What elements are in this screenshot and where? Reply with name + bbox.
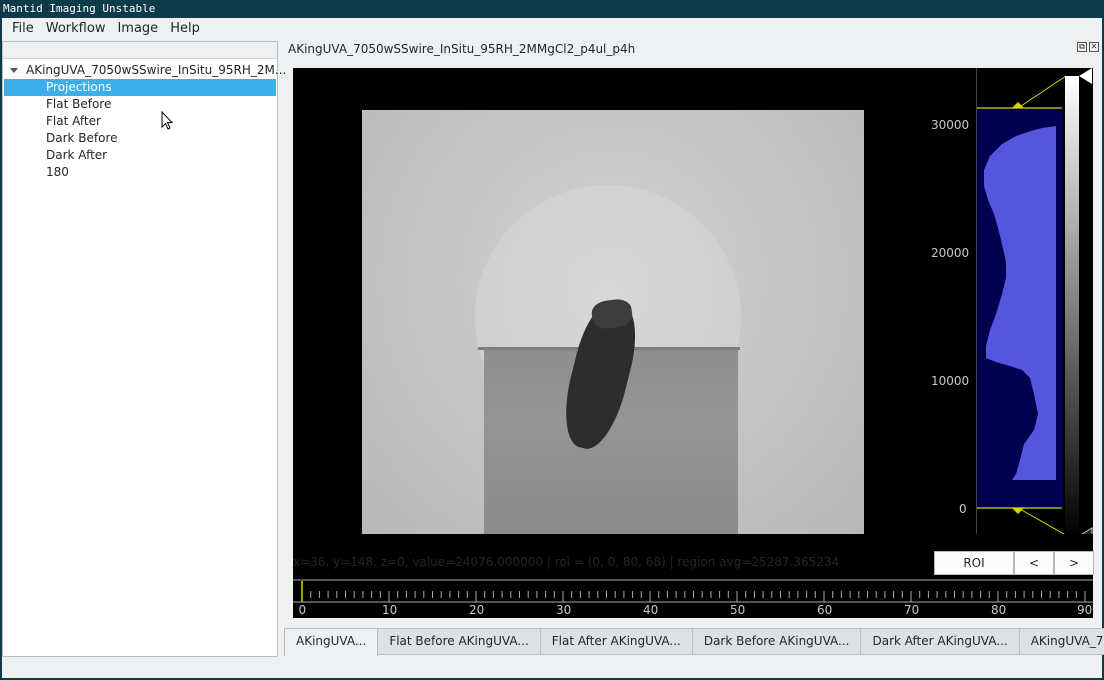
stack-tree: AKingUVA_7050wSSwire_InSitu_95RH_2M... P…: [2, 41, 286, 657]
tree-item-dataset[interactable]: AKingUVA_7050wSSwire_InSitu_95RH_2M...: [3, 62, 286, 79]
close-window-icon[interactable]: ✕: [1089, 42, 1099, 52]
timeline-label: 10: [382, 603, 398, 617]
histogram-svg: [975, 68, 1093, 545]
timeline-label: 80: [991, 603, 1007, 617]
next-image-button[interactable]: >: [1054, 551, 1094, 575]
menu-file[interactable]: File: [6, 18, 40, 40]
image-timeline[interactable]: 0 10 20 30 40 50 60 70 80 90: [293, 578, 1093, 618]
roi-controls: ROI < >: [934, 551, 1094, 575]
timeline-label: 90: [1077, 603, 1093, 617]
timeline-label: 60: [817, 603, 833, 617]
tree-item-dark-before[interactable]: Dark Before: [3, 130, 277, 147]
hist-tick-0: 0: [959, 502, 967, 516]
tree-item-label: AKingUVA_7050wSSwire_InSitu_95RH_2M...: [26, 63, 287, 77]
tab-dark-after[interactable]: Dark After AKingUVA...: [861, 628, 1020, 655]
image-view[interactable]: 30000 20000 10000 0: [293, 68, 1093, 618]
menu-workflow[interactable]: Workflow: [40, 18, 112, 40]
tab-dark-before[interactable]: Dark Before AKingUVA...: [692, 628, 862, 655]
float-window-icon[interactable]: ⧉: [1077, 42, 1087, 52]
timeline-label: 40: [643, 603, 659, 617]
tab-projections[interactable]: AKingUVA...: [284, 628, 379, 656]
tab-flat-before[interactable]: Flat Before AKingUVA...: [378, 628, 541, 655]
window-title: Mantid Imaging Unstable: [0, 0, 1104, 18]
stack-tabs: AKingUVA... Flat Before AKingUVA... Flat…: [284, 628, 1104, 656]
main-window: File Workflow Image Help AKingUVA_7050wS…: [2, 18, 1104, 678]
roi-button[interactable]: ROI: [934, 551, 1014, 575]
timeline-label: 0: [298, 603, 307, 617]
menu-help[interactable]: Help: [164, 18, 206, 40]
stack-window-title: AKingUVA_7050wSSwire_InSitu_95RH_2MMgCl2…: [288, 42, 636, 56]
projection-image[interactable]: [362, 110, 864, 534]
tab-flat-after[interactable]: Flat After AKingUVA...: [540, 628, 693, 655]
dock-controls: ⧉ ✕: [1077, 42, 1099, 52]
hist-tick-30000: 30000: [931, 118, 970, 132]
timeline-label: 50: [730, 603, 746, 617]
tree-header: [3, 42, 277, 59]
timeline-label: 30: [556, 603, 572, 617]
tab-180[interactable]: AKingUVA_705...: [1019, 628, 1104, 655]
histogram-panel[interactable]: [975, 68, 1093, 545]
hist-tick-20000: 20000: [931, 246, 970, 260]
status-readout: x=36, y=148, z=0, value=24076.000000 | r…: [293, 555, 840, 569]
hist-tick-10000: 10000: [931, 374, 970, 388]
timeline-label: 20: [469, 603, 485, 617]
tree-item-flat-after[interactable]: Flat After: [3, 113, 277, 130]
mouse-cursor-icon: [161, 111, 173, 130]
tree-item-flat-before[interactable]: Flat Before: [3, 96, 277, 113]
menu-image[interactable]: Image: [111, 18, 164, 40]
tree-item-dark-after[interactable]: Dark After: [3, 147, 277, 164]
tree-item-180[interactable]: 180: [3, 164, 277, 181]
prev-image-button[interactable]: <: [1014, 551, 1054, 575]
expand-arrow-icon[interactable]: [10, 68, 18, 73]
timeline-svg: [293, 579, 1093, 603]
tree-item-projections[interactable]: Projections: [4, 79, 276, 96]
menu-bar: File Workflow Image Help: [2, 18, 1102, 40]
timeline-label: 70: [904, 603, 920, 617]
